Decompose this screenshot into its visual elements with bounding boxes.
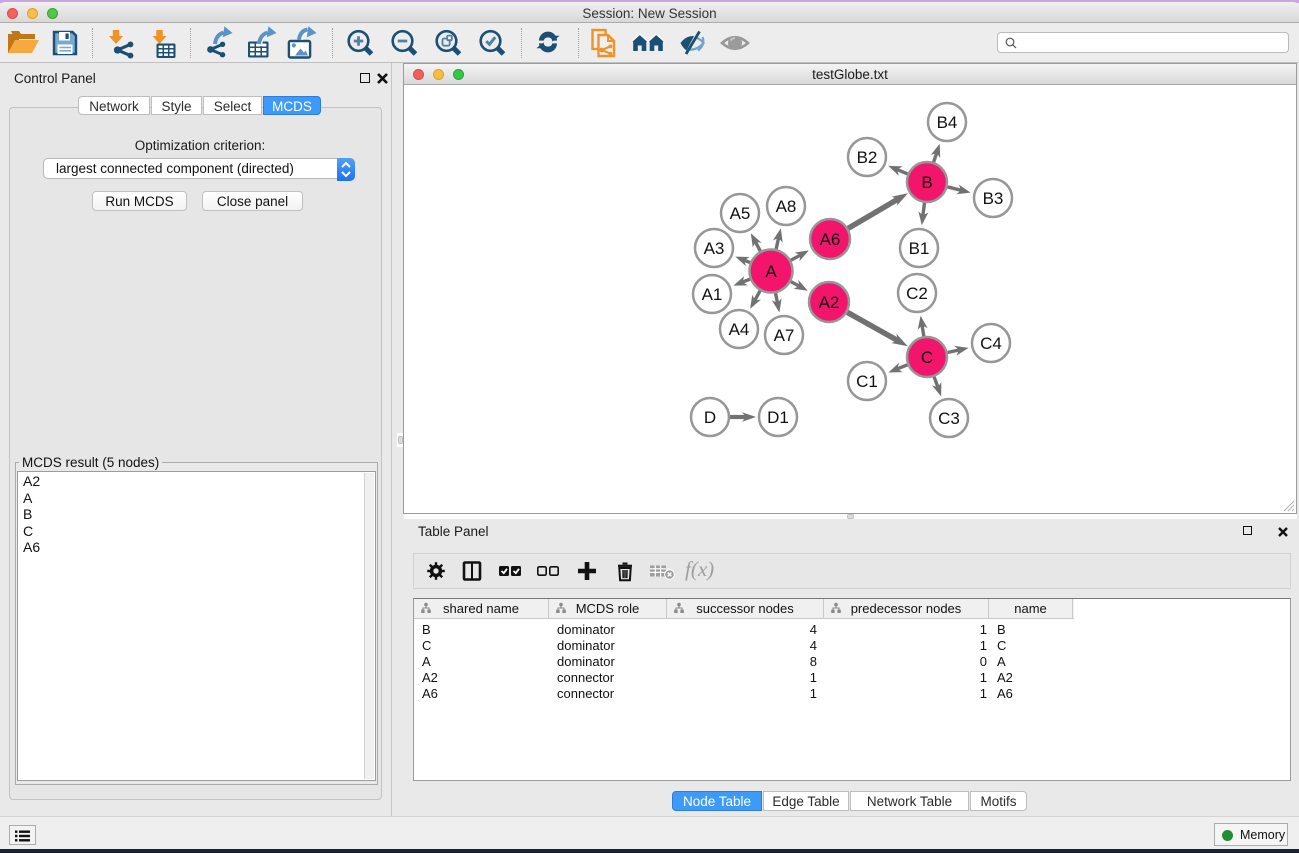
svg-text:C: C <box>921 348 933 367</box>
svg-text:A1: A1 <box>702 285 723 304</box>
svg-text:B1: B1 <box>909 239 930 258</box>
svg-text:A8: A8 <box>776 197 797 216</box>
svg-text:B2: B2 <box>857 148 878 167</box>
svg-text:B3: B3 <box>983 189 1004 208</box>
svg-text:B4: B4 <box>937 113 958 132</box>
svg-text:A7: A7 <box>774 326 795 345</box>
svg-text:A6: A6 <box>820 230 841 249</box>
svg-text:C1: C1 <box>856 372 878 391</box>
svg-text:D1: D1 <box>767 408 789 427</box>
svg-text:A2: A2 <box>819 293 840 312</box>
svg-text:C3: C3 <box>938 409 960 428</box>
svg-text:A5: A5 <box>730 204 751 223</box>
svg-text:C4: C4 <box>980 334 1002 353</box>
svg-text:D: D <box>704 408 716 427</box>
svg-text:A3: A3 <box>704 239 725 258</box>
svg-text:C2: C2 <box>906 284 928 303</box>
svg-text:A4: A4 <box>729 320 750 339</box>
svg-text:A: A <box>765 262 777 281</box>
svg-text:B: B <box>921 173 932 192</box>
